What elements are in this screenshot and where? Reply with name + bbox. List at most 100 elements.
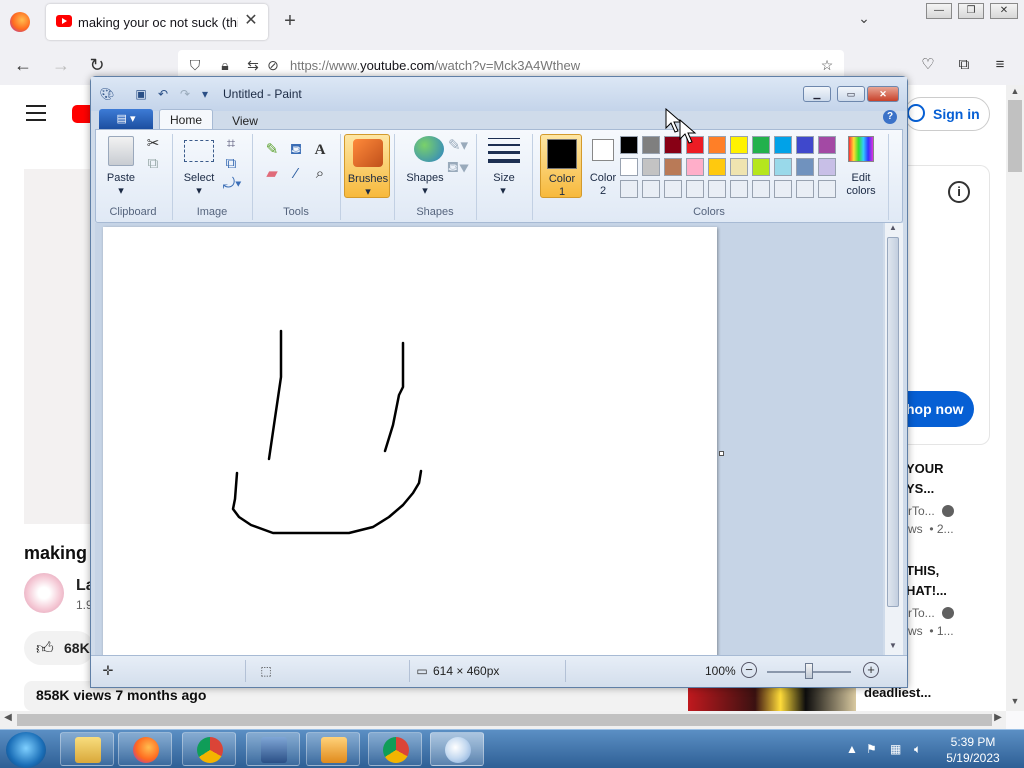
palette-swatch[interactable] <box>708 180 726 198</box>
taskbar-player[interactable] <box>306 732 360 766</box>
palette-swatch[interactable] <box>796 136 814 154</box>
pencil-icon[interactable]: ✎ <box>262 140 282 160</box>
paint-minimize-button[interactable]: ▁ <box>803 86 831 102</box>
network-icon[interactable]: ▦ <box>890 742 901 756</box>
zoom-out-icon[interactable]: − <box>741 662 757 678</box>
text-icon[interactable]: A <box>310 140 330 160</box>
fill-icon[interactable]: ⛾ <box>286 140 306 160</box>
pocket-icon[interactable]: ♡ <box>918 55 938 75</box>
video-player[interactable] <box>24 169 94 524</box>
clipboard-icon[interactable] <box>108 136 134 166</box>
taskbar-media[interactable] <box>246 732 300 766</box>
palette-swatch[interactable] <box>730 136 748 154</box>
page-scrollbar[interactable] <box>1006 85 1024 711</box>
size-line-icon[interactable] <box>488 138 520 139</box>
taskbar-chrome[interactable] <box>182 732 236 766</box>
palette-swatch[interactable] <box>818 158 836 176</box>
action-center-icon[interactable]: ⚑ <box>866 742 877 756</box>
size-dropdown-icon[interactable]: ▾ <box>496 184 510 197</box>
taskbar-paint[interactable] <box>430 732 484 766</box>
palette-swatch[interactable] <box>818 136 836 154</box>
palette-swatch[interactable] <box>620 158 638 176</box>
channel-avatar[interactable] <box>24 573 64 613</box>
palette-swatch[interactable] <box>620 136 638 154</box>
crop-icon[interactable]: ⌗ <box>222 134 240 154</box>
recommendation-title[interactable]: YOUR YS... <box>906 459 944 499</box>
paint-titlebar[interactable]: 🎨︎ ▣ ↶ ↷ ▾ Untitled - Paint ▁ ▭ ✕ <box>91 77 907 111</box>
info-icon[interactable]: i <box>948 181 970 203</box>
taskbar-firefox[interactable] <box>118 732 172 766</box>
canvas-resize-handle[interactable] <box>719 451 724 456</box>
paste-dropdown-icon[interactable]: ▾ <box>114 184 128 197</box>
shapes-icon[interactable] <box>414 136 444 162</box>
palette-swatch[interactable] <box>774 180 792 198</box>
back-arrow-icon[interactable]: ← <box>12 54 34 76</box>
palette-swatch[interactable] <box>818 180 836 198</box>
scroll-right-arrow-icon[interactable]: ▶ <box>990 712 1006 728</box>
palette-swatch[interactable] <box>730 158 748 176</box>
palette-swatch[interactable] <box>642 136 660 154</box>
paint-app-icon[interactable]: 🎨︎ <box>99 86 115 102</box>
copy-icon[interactable]: ⧉ <box>144 154 162 174</box>
recommendation-thumbnail[interactable] <box>688 685 856 713</box>
restore-button[interactable]: ❐ <box>958 3 984 19</box>
select-icon[interactable] <box>184 140 214 162</box>
show-hidden-icons-icon[interactable]: ▲ <box>846 742 858 756</box>
paste-button[interactable]: Paste <box>102 172 140 184</box>
volume-icon[interactable]: 🔈︎ <box>914 742 921 757</box>
size-line-icon[interactable] <box>488 144 520 146</box>
size-button[interactable]: Size <box>482 172 526 184</box>
palette-swatch[interactable] <box>730 180 748 198</box>
select-dropdown-icon[interactable]: ▾ <box>192 184 206 197</box>
save-icon[interactable]: ▣ <box>133 86 149 102</box>
recommendation-title[interactable]: THIS, HAT!... <box>906 561 947 601</box>
palette-swatch[interactable] <box>774 136 792 154</box>
tab-home[interactable]: Home <box>159 109 213 130</box>
taskbar-chrome-2[interactable] <box>368 732 422 766</box>
palette-swatch[interactable] <box>642 180 660 198</box>
scroll-up-arrow-icon[interactable]: ▲ <box>1006 86 1024 100</box>
magnifier-icon[interactable]: ⌕ <box>310 164 330 184</box>
palette-swatch[interactable] <box>752 136 770 154</box>
redo-icon[interactable]: ↷ <box>177 86 193 102</box>
palette-swatch[interactable] <box>796 158 814 176</box>
canvas-scrollbar-thumb[interactable] <box>887 237 899 607</box>
clock[interactable]: 5:39 PM 5/19/2023 <box>938 734 1008 766</box>
paint-maximize-button[interactable]: ▭ <box>837 86 865 102</box>
resize-icon[interactable]: ⧉ <box>222 154 240 174</box>
scroll-down-arrow-icon[interactable]: ▼ <box>1006 696 1024 710</box>
canvas-scroll-up-icon[interactable]: ▲ <box>889 223 897 232</box>
menu-icon[interactable] <box>26 105 46 121</box>
fill-shape-icon[interactable]: ⛾▾ <box>446 158 470 178</box>
reload-icon[interactable]: ↻ <box>86 54 108 76</box>
browser-tab[interactable]: making your oc not suck (this t ✕ <box>46 4 268 40</box>
size-line-icon[interactable] <box>488 159 520 163</box>
canvas-scroll-down-icon[interactable]: ▼ <box>889 641 897 650</box>
palette-swatch[interactable] <box>708 136 726 154</box>
palette-swatch[interactable] <box>664 158 682 176</box>
undo-icon[interactable]: ↶ <box>155 86 171 102</box>
close-button[interactable]: ✕ <box>990 3 1018 19</box>
zoom-in-icon[interactable]: + <box>863 662 879 678</box>
drawing-canvas[interactable] <box>103 227 717 659</box>
customize-quick-access-icon[interactable]: ▾ <box>197 86 213 102</box>
shop-now-button[interactable]: hop now <box>906 391 974 427</box>
tab-list-button[interactable]: ⌄ <box>852 10 876 32</box>
palette-swatch[interactable] <box>686 180 704 198</box>
autoplay-blocked-icon[interactable]: ⊘ <box>264 56 282 74</box>
firefox-icon[interactable] <box>10 12 30 32</box>
horizontal-scrollbar-thumb[interactable] <box>17 714 992 726</box>
start-button[interactable] <box>6 732 46 768</box>
shapes-button[interactable]: Shapes <box>402 172 448 184</box>
scroll-left-arrow-icon[interactable]: ◀ <box>0 712 16 728</box>
sign-in-button[interactable]: Sign in <box>904 97 990 131</box>
color-picker-icon[interactable]: ⁄ <box>286 164 306 184</box>
hamburger-icon[interactable]: ≡ <box>990 55 1010 75</box>
paint-window[interactable]: 🎨︎ ▣ ↶ ↷ ▾ Untitled - Paint ▁ ▭ ✕ ▤ ▾ Ho… <box>90 76 908 688</box>
forward-arrow-icon[interactable]: → <box>50 54 72 76</box>
palette-swatch[interactable] <box>708 158 726 176</box>
palette-swatch[interactable] <box>642 158 660 176</box>
cut-icon[interactable]: ✂ <box>144 134 162 154</box>
select-button[interactable]: Select <box>176 172 222 184</box>
shapes-dropdown-icon[interactable]: ▾ <box>418 184 432 197</box>
